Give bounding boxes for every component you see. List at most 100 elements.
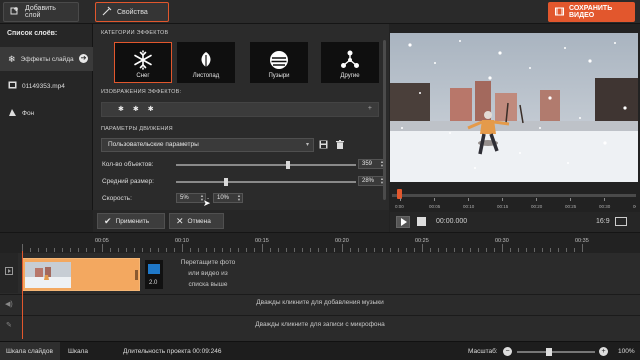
scrub-tick-label: 00:05	[429, 204, 441, 209]
avg-size-spinner[interactable]: 28% ▲▼	[358, 176, 386, 186]
video-preview[interactable]	[390, 33, 638, 182]
scrub-tick-label: 00:20	[531, 204, 543, 209]
category-bubbles[interactable]: Пузыри	[250, 42, 308, 83]
motion-params-title: ПАРАМЕТРЫ ДВИЖЕНИЯ	[101, 126, 173, 132]
ruler-tick	[550, 248, 551, 252]
tab-slides[interactable]: Шкала слайдов	[0, 342, 60, 360]
snowflake-particle	[474, 167, 476, 169]
layer-item-slide-effects[interactable]: ❄ Эффекты слайда ➔	[0, 47, 93, 71]
ruler-tick	[182, 244, 183, 252]
transition-block[interactable]: 2.0	[145, 260, 163, 289]
film-icon	[5, 267, 13, 277]
ruler-tick	[62, 248, 63, 252]
ruler-tick	[486, 248, 487, 252]
ruler-tick	[134, 248, 135, 252]
scrub-tick	[434, 198, 435, 201]
trash-icon[interactable]	[336, 140, 344, 151]
ruler-tick	[222, 248, 223, 252]
speed-max-value: 10%	[217, 195, 230, 201]
properties-button[interactable]: Свойства	[95, 2, 169, 22]
scrub-tick	[502, 198, 503, 201]
speed-min-spinner[interactable]: 5% ▲ ▼	[176, 193, 206, 203]
ruler-tick	[374, 248, 375, 252]
add-image-icon[interactable]: +	[368, 105, 372, 112]
ruler-tick	[534, 248, 535, 252]
snowflake-particle	[498, 51, 502, 55]
ruler-tick	[270, 248, 271, 252]
scrub-track[interactable]	[392, 194, 636, 197]
snowflake-particle	[449, 132, 451, 134]
bubble-icon	[270, 51, 288, 69]
video-scrubber[interactable]: 0:00 00:05 00:10 00:15 00:20 00:25 00:30 00:35	[392, 188, 640, 212]
zoom-value: 100%	[618, 348, 635, 355]
ruler-tick	[294, 248, 295, 252]
layer-item-background[interactable]: Фон	[0, 101, 93, 125]
ruler-tick	[110, 248, 111, 252]
ruler-tick	[54, 248, 55, 252]
category-label: Листопад	[192, 73, 220, 79]
background-icon	[8, 108, 17, 119]
scrub-tick	[536, 198, 537, 201]
mic-track-hint[interactable]: Дважды кликните для записи с микрофона	[0, 321, 640, 328]
aspect-ratio-selector[interactable]: 16:9	[596, 218, 610, 225]
snowflake-particle	[603, 141, 607, 145]
close-icon: ✕	[176, 215, 184, 226]
slider-handle[interactable]	[546, 348, 553, 356]
preset-select[interactable]: Пользовательские параметры ▾	[101, 138, 314, 152]
ruler-tick	[510, 248, 511, 252]
object-count-slider[interactable]	[176, 161, 356, 169]
spinner-arrows-icon[interactable]: ▲▼	[237, 194, 241, 202]
play-icon	[401, 218, 407, 226]
ruler-tick	[174, 248, 175, 252]
avg-size-slider[interactable]	[176, 178, 356, 186]
cancel-button[interactable]: ✕ Отмена	[169, 213, 224, 229]
save-preset-icon[interactable]	[319, 140, 328, 151]
zoom-slider[interactable]	[517, 348, 595, 356]
timeline-ruler[interactable]: 00:05 00:10 00:15 00:20 00:25 00:30 00:35	[0, 232, 640, 253]
effect-images-strip[interactable]: ✱✱✱ +	[101, 102, 379, 117]
stop-button[interactable]	[417, 217, 426, 226]
avg-size-value: 28%	[362, 178, 375, 184]
snowflake-particle	[564, 47, 566, 49]
category-leaves[interactable]: Листопад	[177, 42, 235, 83]
play-button[interactable]	[396, 216, 410, 228]
category-snow[interactable]: Снег	[114, 42, 172, 83]
tab-timeline[interactable]: Шкала времени	[62, 342, 118, 360]
ruler-tick	[558, 248, 559, 252]
ruler-tick	[286, 248, 287, 252]
ruler-tick	[382, 248, 383, 252]
layer-item-video[interactable]: 01149353.mp4	[0, 74, 93, 98]
playhead-handle[interactable]	[397, 189, 402, 199]
fullscreen-icon[interactable]	[615, 217, 627, 226]
scrub-tick-label: 00:15	[497, 204, 509, 209]
zoom-in-button[interactable]: +	[599, 347, 608, 356]
ruler-tick-label: 00:05	[95, 238, 109, 244]
slider-handle[interactable]	[285, 161, 290, 169]
speed-max-spinner[interactable]: 10% ▲ ▼	[213, 193, 243, 203]
ruler-tick	[398, 248, 399, 252]
timeline-playhead[interactable]	[22, 251, 23, 339]
cancel-label: Отмена	[187, 217, 211, 225]
arrow-right-icon[interactable]: ➔	[79, 54, 88, 63]
slider-handle[interactable]	[224, 178, 229, 186]
zoom-out-button[interactable]: −	[503, 347, 512, 356]
effects-scrollbar[interactable]	[383, 40, 386, 200]
ruler-tick	[94, 248, 95, 252]
apply-button[interactable]: ✔ Применить	[97, 213, 165, 229]
ruler-tick	[310, 248, 311, 252]
category-other[interactable]: Другие	[321, 42, 379, 83]
save-video-button[interactable]: СОХРАНИТЬ ВИДЕО	[548, 2, 635, 22]
ruler-tick	[574, 248, 575, 252]
ruler-tick-label: 00:30	[495, 238, 509, 244]
video-clip[interactable]	[22, 258, 140, 291]
layer-label: 01149353.mp4	[22, 82, 65, 90]
effect-images-title: ИЗОБРАЖЕНИЯ ЭФФЕКТОВ:	[101, 89, 182, 95]
ruler-tick	[526, 248, 527, 252]
scrub-tick-label: 0:00	[395, 204, 404, 209]
add-layer-button[interactable]: Добавить слой	[3, 2, 79, 22]
object-count-spinner[interactable]: 359 ▲▼	[358, 159, 386, 169]
music-track-hint[interactable]: Дважды кликните для добавления музыки	[0, 299, 640, 306]
category-label: Другие	[340, 73, 360, 79]
clip-trim-handle[interactable]	[135, 270, 138, 280]
ruler-tick	[350, 248, 351, 252]
